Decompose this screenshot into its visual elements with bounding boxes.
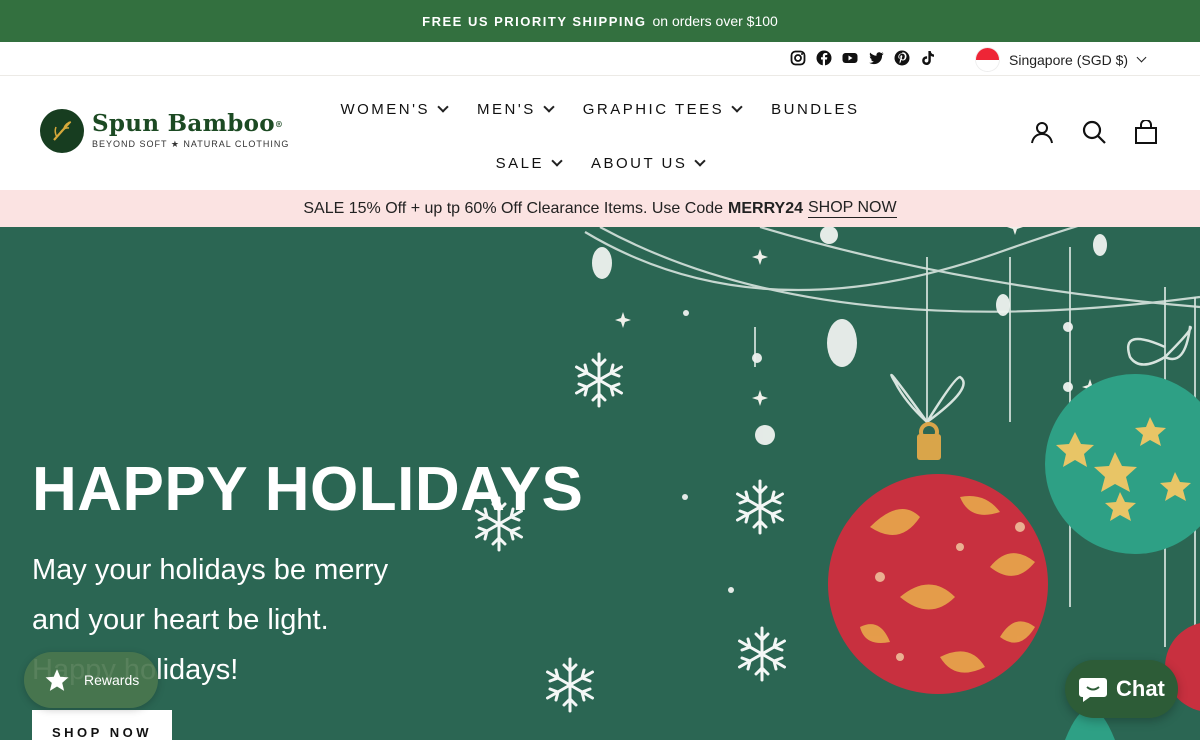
chat-button[interactable]: Chat: [1065, 660, 1178, 718]
nav-bundles[interactable]: BUNDLES: [771, 98, 859, 120]
promo-bar: SALE 15% Off + up tp 60% Off Clearance I…: [0, 190, 1200, 227]
logo-tagline: BEYOND SOFT ★ NATURAL CLOTHING: [92, 139, 290, 149]
currency-label: Singapore (SGD $): [1009, 51, 1129, 68]
nav-about-us[interactable]: ABOUT US: [591, 152, 707, 174]
promo-text: SALE 15% Off + up tp 60% Off Clearance I…: [303, 199, 724, 217]
currency-selector[interactable]: Singapore (SGD $): [976, 48, 1147, 71]
announcement-text: on orders over $100: [652, 13, 778, 29]
promo-shop-now-link[interactable]: SHOP NOW: [808, 199, 897, 218]
chevron-down-icon: [551, 155, 563, 167]
chevron-down-icon: [543, 101, 555, 113]
chevron-down-icon: [694, 155, 707, 167]
nav-womens[interactable]: WOMEN'S: [340, 98, 449, 120]
hero-title: HAPPY HOLIDAYS: [32, 455, 584, 524]
instagram-icon[interactable]: [790, 50, 806, 66]
rewards-launcher[interactable]: Rewards: [24, 652, 158, 708]
twitter-icon[interactable]: [868, 50, 884, 66]
cart-icon[interactable]: [1134, 120, 1158, 144]
chevron-down-icon: [1136, 52, 1147, 63]
social-links: [790, 50, 936, 66]
nav-sale[interactable]: SALE: [496, 152, 563, 174]
logo[interactable]: Spun Bamboo® BEYOND SOFT ★ NATURAL CLOTH…: [40, 109, 289, 153]
pinterest-icon[interactable]: [894, 50, 910, 66]
nav-mens[interactable]: MEN'S: [477, 98, 555, 120]
main-nav: WOMEN'S MEN'S GRAPHIC TEES BUNDLES SALE …: [300, 98, 900, 174]
hero-banner: HAPPY HOLIDAYS May your holidays be merr…: [0, 227, 1200, 740]
hero-line-1: May your holidays be merry: [32, 554, 389, 586]
chevron-down-icon: [731, 101, 743, 113]
announcement-bold: FREE US PRIORITY SHIPPING: [422, 13, 647, 29]
nav-graphic-tees[interactable]: GRAPHIC TEES: [583, 98, 743, 120]
tiktok-icon[interactable]: [920, 50, 936, 66]
rewards-label: Rewards: [84, 672, 140, 688]
account-icon[interactable]: [1030, 120, 1054, 144]
search-icon[interactable]: [1082, 120, 1106, 144]
facebook-icon[interactable]: [816, 50, 832, 66]
hero-shop-now-button[interactable]: SHOP NOW: [32, 710, 172, 740]
utility-bar: Singapore (SGD $): [0, 42, 1200, 76]
star-icon: [45, 669, 69, 691]
site-header: Spun Bamboo® BEYOND SOFT ★ NATURAL CLOTH…: [0, 76, 1200, 190]
logo-name: Spun Bamboo®: [92, 110, 284, 137]
chevron-down-icon: [437, 101, 449, 113]
chat-label: Chat: [1116, 676, 1165, 701]
header-icons: [1030, 120, 1158, 144]
chat-bubble-icon: [1079, 678, 1107, 702]
singapore-flag-icon: [976, 48, 999, 71]
announcement-bar: FREE US PRIORITY SHIPPING on orders over…: [0, 0, 1200, 42]
promo-code: MERRY24: [728, 199, 803, 217]
bamboo-logo-icon: [40, 109, 84, 153]
youtube-icon[interactable]: [842, 50, 858, 66]
hero-line-2: and your heart be light.: [32, 604, 329, 636]
